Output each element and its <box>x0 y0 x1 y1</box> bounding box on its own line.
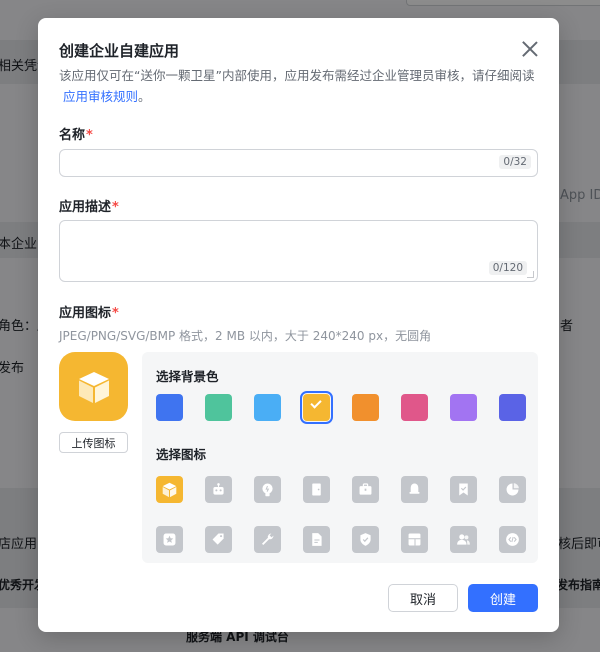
name-label: 名称* <box>59 124 93 143</box>
create-button[interactable]: 创建 <box>468 584 538 612</box>
robot-icon <box>213 483 224 495</box>
document-icon <box>312 533 322 546</box>
icon-picker-label: 选择图标 <box>156 447 207 462</box>
icon-option[interactable] <box>352 526 379 553</box>
description-textarea[interactable]: 0/120 <box>59 220 538 282</box>
tag-icon <box>212 533 224 545</box>
description-char-counter: 0/120 <box>488 261 527 275</box>
cube-icon <box>162 482 177 498</box>
icon-format-hint: JPEG/PNG/SVG/BMP 格式，2 MB 以内，大于 240*240 p… <box>59 329 432 343</box>
description-text: 该应用仅可在“送你一颗卫星”内部使用，应用发布需经过企业管理员审核，请仔细阅读 <box>59 68 535 83</box>
color-swatch[interactable] <box>352 394 379 421</box>
icon-option[interactable] <box>156 526 183 553</box>
icon-label-text: 应用图标 <box>59 306 112 321</box>
icon-option[interactable] <box>450 476 477 503</box>
icon-option[interactable] <box>450 526 477 553</box>
pie-chart-icon <box>506 483 519 496</box>
icon-option[interactable] <box>205 526 232 553</box>
briefcase-icon <box>359 483 372 495</box>
dialog-title: 创建企业自建应用 <box>59 42 180 60</box>
review-rules-link[interactable]: 应用审核规则 <box>63 89 138 104</box>
shield-check-icon <box>360 533 371 546</box>
lightbulb-icon <box>262 483 273 497</box>
layout-icon <box>408 533 421 546</box>
bookmark-icon <box>459 483 468 496</box>
required-mark: * <box>112 200 119 215</box>
close-icon[interactable] <box>521 40 539 58</box>
star-badge-icon <box>163 533 176 546</box>
icon-option[interactable] <box>499 476 526 503</box>
icon-option[interactable] <box>303 476 330 503</box>
bg-color-label: 选择背景色 <box>156 369 219 384</box>
app-icon-preview <box>59 352 128 421</box>
icon-option[interactable] <box>254 476 281 503</box>
description-label: 应用描述* <box>59 196 119 215</box>
icon-option[interactable] <box>352 476 379 503</box>
cancel-button[interactable]: 取消 <box>388 584 458 612</box>
icon-picker-panel: 选择背景色 选择图标 <box>142 352 538 563</box>
required-mark: * <box>112 306 119 321</box>
dialog-description: 该应用仅可在“送你一颗卫星”内部使用，应用发布需经过企业管理员审核，请仔细阅读应… <box>59 65 539 107</box>
icon-option[interactable] <box>401 476 428 503</box>
upload-icon-button[interactable]: 上传图标 <box>59 432 128 453</box>
required-mark: * <box>86 128 93 143</box>
color-swatch[interactable] <box>254 394 281 421</box>
color-swatch[interactable] <box>401 394 428 421</box>
create-app-dialog: 创建企业自建应用 该应用仅可在“送你一颗卫星”内部使用，应用发布需经过企业管理员… <box>38 18 559 632</box>
icon-option[interactable] <box>254 526 281 553</box>
color-swatch[interactable] <box>300 391 333 424</box>
name-input[interactable]: 0/32 <box>59 149 538 177</box>
bell-icon <box>409 483 420 494</box>
color-swatch[interactable] <box>450 394 477 421</box>
description-label-text: 应用描述 <box>59 200 112 215</box>
color-swatch[interactable] <box>156 394 183 421</box>
resize-handle-icon[interactable] <box>527 271 534 278</box>
icon-option[interactable] <box>205 476 232 503</box>
door-icon <box>312 483 321 496</box>
description-suffix: 。 <box>138 89 151 104</box>
check-icon <box>310 397 322 409</box>
icon-option[interactable] <box>499 526 526 553</box>
icon-option[interactable] <box>401 526 428 553</box>
wrench-icon <box>261 533 274 546</box>
icon-option[interactable] <box>156 476 183 503</box>
cube-icon <box>78 371 109 403</box>
name-char-counter: 0/32 <box>499 155 531 169</box>
code-icon <box>506 533 519 546</box>
icon-option[interactable] <box>303 526 330 553</box>
users-icon <box>457 534 470 545</box>
color-swatch[interactable] <box>499 394 526 421</box>
name-label-text: 名称 <box>59 128 86 143</box>
icon-label: 应用图标* <box>59 302 119 321</box>
color-swatch[interactable] <box>205 394 232 421</box>
